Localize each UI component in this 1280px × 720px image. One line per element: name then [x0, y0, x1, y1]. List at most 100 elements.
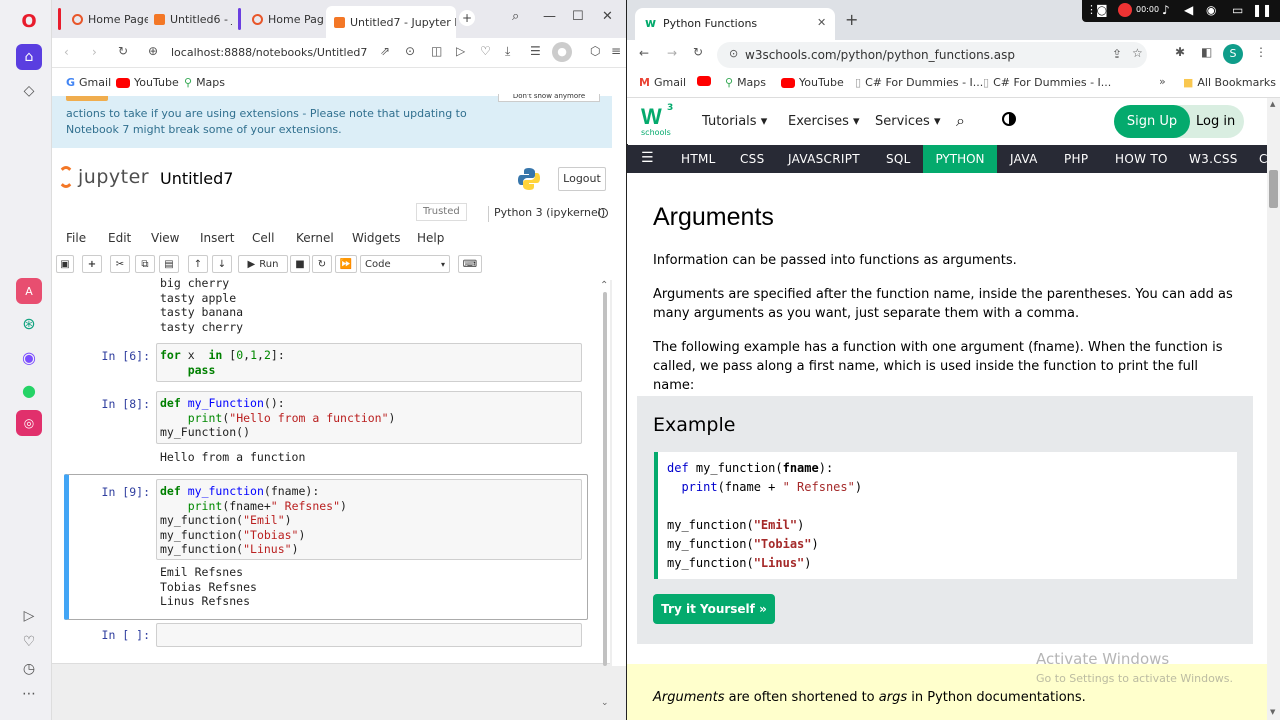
topnav-css[interactable]: CSS — [740, 152, 765, 166]
minimize-icon[interactable]: — — [543, 9, 556, 24]
jupyter-logo-text[interactable]: jupyter — [78, 166, 149, 188]
back-icon[interactable]: ← — [639, 46, 649, 60]
camera-icon[interactable]: ◙ — [1096, 3, 1108, 17]
bookmark-youtube[interactable]: YouTube — [116, 76, 179, 89]
microphone-icon[interactable]: ♪ — [1162, 3, 1170, 17]
keyboard-icon[interactable]: ⌨ — [458, 255, 482, 273]
menu-insert[interactable]: Insert — [200, 231, 234, 245]
tab-python-functions[interactable]: w Python Functions ✕ — [635, 8, 835, 40]
close-tab-icon[interactable]: ✕ — [817, 16, 826, 29]
menu-help[interactable]: Help — [417, 231, 444, 245]
star-icon[interactable]: ☆ — [1132, 46, 1143, 60]
share-icon[interactable]: ⇪ — [1112, 47, 1122, 61]
new-tab-icon[interactable]: + — [459, 10, 475, 26]
profile-avatar[interactable]: S — [1223, 44, 1243, 64]
more-bookmarks-icon[interactable]: » — [1159, 75, 1166, 88]
omnibox[interactable]: ⊙ w3schools.com/python/python_functions.… — [717, 42, 1147, 68]
topnav-java[interactable]: JAVA — [1010, 152, 1038, 166]
code-cell-input[interactable]: def my_Function(): print("Hello from a f… — [156, 391, 582, 444]
bookmark-youtube-1[interactable] — [697, 76, 711, 86]
record-icon[interactable] — [1118, 3, 1132, 17]
pinboard-icon[interactable]: ◇ — [16, 78, 42, 104]
code-cell-input[interactable]: def my_function(fname): print(fname+" Re… — [156, 479, 582, 560]
bookmark-youtube-2[interactable]: YouTube — [781, 76, 844, 89]
topnav-sql[interactable]: SQL — [886, 152, 911, 166]
copy-icon[interactable]: ⧉ — [135, 255, 155, 273]
reload-icon[interactable]: ↻ — [118, 44, 128, 58]
player-icon[interactable]: ▷ — [16, 603, 42, 629]
notebook-title[interactable]: Untitled7 — [160, 169, 233, 188]
restart-run-all-icon[interactable]: ⏩ — [335, 255, 357, 273]
chatgpt-icon[interactable]: ⊛ — [16, 310, 42, 336]
signup-button[interactable]: Sign Up — [1114, 105, 1190, 138]
tab-untitled7[interactable]: Untitled7 - Jupyter N ✕ — [326, 6, 456, 38]
login-button[interactable]: Log in — [1196, 105, 1235, 138]
move-up-icon[interactable]: ↑ — [188, 255, 208, 273]
insert-cell-icon[interactable]: + — [82, 255, 102, 273]
url-field[interactable]: w3schools.com/python/python_functions.as… — [745, 48, 1015, 62]
search-tabs-icon[interactable]: ⌕ — [512, 9, 519, 24]
bookmark-maps[interactable]: ⚲ Maps — [725, 76, 766, 89]
easy-setup-icon[interactable]: ☰ — [530, 44, 541, 58]
bookmark-maps[interactable]: ⚲ Maps — [184, 76, 225, 89]
topnav-w3css[interactable]: W3.CSS — [1189, 152, 1238, 166]
heart-icon[interactable]: ♡ — [16, 629, 42, 655]
workspace-icon[interactable]: ⌂ — [16, 44, 42, 70]
topnav-python[interactable]: PYTHON — [923, 145, 997, 173]
share-icon[interactable]: ⇗ — [380, 44, 390, 58]
run-button[interactable]: ▶ Run — [238, 255, 288, 273]
back-icon[interactable]: ‹ — [64, 45, 69, 59]
pause-icon[interactable]: ❚❚ — [1252, 3, 1272, 17]
hamburger-menu-icon[interactable]: ☰ — [641, 150, 654, 166]
scroll-up-icon[interactable]: ▲ — [1270, 100, 1275, 108]
forward-icon[interactable]: › — [92, 45, 97, 59]
empty-code-cell[interactable] — [156, 623, 582, 647]
history-icon[interactable]: ◷ — [16, 656, 42, 682]
cell-type-select[interactable]: Code ▾ — [360, 255, 450, 273]
topnav-howto[interactable]: HOW TO — [1115, 152, 1168, 166]
search-icon[interactable]: ⌕ — [956, 111, 965, 131]
instagram-icon[interactable]: ◎ — [16, 410, 42, 436]
scroll-down-icon[interactable]: ⌄ — [601, 698, 609, 708]
aria-icon[interactable]: A — [16, 278, 42, 304]
try-it-yourself-button[interactable]: Try it Yourself » — [653, 594, 775, 624]
code-example[interactable]: def my_function(fname): print(fname + " … — [654, 452, 1237, 579]
restart-icon[interactable]: ↻ — [312, 255, 332, 273]
opera-logo-icon[interactable]: O — [16, 8, 42, 34]
forward-icon[interactable]: → — [667, 46, 677, 60]
menu-view[interactable]: View — [151, 231, 179, 245]
menu-widgets[interactable]: Widgets — [352, 231, 401, 245]
nav-services[interactable]: Services ▾ — [875, 114, 941, 129]
new-tab-icon[interactable]: + — [845, 10, 858, 29]
dont-show-button[interactable]: Don't show anymore — [498, 94, 600, 102]
window-icon[interactable]: ▭ — [1232, 3, 1243, 17]
tab-untitled6[interactable]: Untitled6 - J — [146, 6, 232, 32]
scrollbar-thumb[interactable] — [1269, 170, 1278, 208]
logout-button[interactable]: Logout — [558, 167, 606, 191]
menu-kernel[interactable]: Kernel — [296, 231, 334, 245]
all-bookmarks[interactable]: ■ All Bookmarks — [1183, 76, 1276, 89]
chrome-menu-icon[interactable]: ⋮ — [1255, 45, 1267, 59]
reload-icon[interactable]: ↻ — [693, 45, 703, 59]
bookmark-gmail[interactable]: G Gmail — [66, 76, 111, 89]
dark-mode-icon[interactable] — [1002, 112, 1016, 126]
w3schools-logo[interactable]: W 3 schools — [641, 103, 675, 138]
bookmark-csharp-2[interactable]: ▯ C# For Dummies - I... — [983, 76, 1111, 89]
webcam-icon[interactable]: ◉ — [1206, 3, 1216, 17]
view-icon[interactable]: ◫ — [431, 44, 442, 58]
paste-icon[interactable]: ▤ — [159, 255, 179, 273]
kernel-name[interactable]: Python 3 (ipykernel) — [494, 206, 605, 219]
cut-icon[interactable]: ✂ — [110, 255, 130, 273]
topnav-php[interactable]: PHP — [1064, 152, 1088, 166]
notebook-scrollbar[interactable] — [603, 292, 607, 666]
extensions-icon[interactable]: ⬡ — [590, 44, 600, 58]
nav-tutorials[interactable]: Tutorials ▾ — [702, 114, 767, 129]
profile-icon[interactable]: ● — [552, 42, 572, 62]
close-window-icon[interactable]: ✕ — [602, 9, 613, 24]
topnav-javascript[interactable]: JAVASCRIPT — [788, 152, 860, 166]
code-cell-input[interactable]: for x in [0,1,2]: pass — [156, 343, 582, 382]
volume-icon[interactable]: ◀ — [1184, 3, 1193, 17]
interrupt-icon[interactable]: ■ — [290, 255, 310, 273]
page-scrollbar[interactable]: ▲ ▼ — [1267, 98, 1280, 720]
menu-cell[interactable]: Cell — [252, 231, 274, 245]
